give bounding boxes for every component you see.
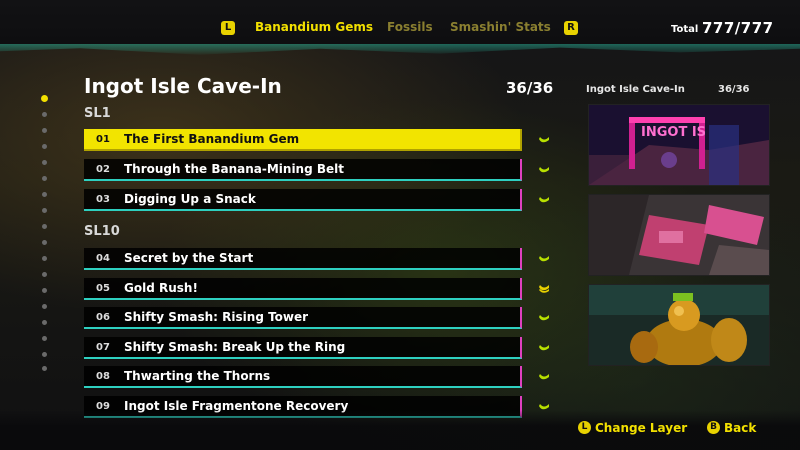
progress-dot [42,144,47,149]
back-button[interactable]: Back [724,421,756,435]
gem-collection-screen: L Banandium Gems Fossils Smashin' Stats … [0,0,800,450]
progress-dot [42,160,47,165]
list-item[interactable]: 05 Gold Rush! [84,278,522,300]
progress-dot [42,352,47,357]
list-item[interactable]: 06 Shifty Smash: Rising Tower [84,307,522,329]
prev-tab-button[interactable]: L [221,21,235,35]
stage-title: Ingot Isle Cave-In [84,74,282,98]
list-item[interactable]: 07 Shifty Smash: Break Up the Ring [84,337,522,359]
back-button-icon: B [707,421,720,434]
banana-gem-icon [539,197,549,203]
preview-title: Ingot Isle Cave-In [586,84,685,95]
tab-banandium-gems[interactable]: Banandium Gems [255,20,373,34]
total-value: 777/777 [702,19,774,37]
progress-dot [42,288,47,293]
item-name: Secret by the Start [124,251,254,265]
item-name: Thwarting the Thorns [124,369,271,383]
preview-sign-text: INGOT IS [641,125,706,140]
progress-dot [42,336,47,341]
item-number: 04 [96,253,110,264]
list-item[interactable]: 02 Through the Banana-Mining Belt [84,159,522,181]
item-name: Shifty Smash: Break Up the Ring [124,340,346,354]
tab-fossils[interactable]: Fossils [387,20,433,34]
progress-dot [42,128,47,133]
item-name: The First Banandium Gem [124,132,300,146]
preview-image-kong [588,284,770,366]
progress-dot [42,256,47,261]
banana-gem-icon [539,167,549,173]
banana-gem-icon [539,315,549,321]
change-layer-button[interactable]: Change Layer [595,421,687,435]
progress-dot-current [41,95,48,102]
preview-image-cave [588,194,770,276]
tab-smashin-stats[interactable]: Smashin' Stats [450,20,551,34]
progress-dot [42,272,47,277]
top-bar-edge [0,44,800,55]
list-item[interactable]: 08 Thwarting the Thorns [84,366,522,388]
progress-dot [42,240,47,245]
item-number: 06 [96,312,110,323]
stage-gem-count: 36/36 [506,79,554,97]
progress-dot [42,366,47,371]
item-number: 05 [96,283,110,294]
preview-image-entrance: INGOT IS [588,104,770,186]
banana-gem-icon [539,345,549,351]
next-tab-button[interactable]: R [564,21,578,35]
progress-dot [42,304,47,309]
section-label-sl1: SL1 [84,106,111,121]
list-item[interactable]: 01 The First Banandium Gem [84,129,522,151]
item-number: 08 [96,371,110,382]
progress-dot [42,192,47,197]
progress-dot [42,208,47,213]
item-name: Digging Up a Snack [124,192,256,206]
banana-gem-icon [539,137,549,143]
list-item[interactable]: 03 Digging Up a Snack [84,189,522,211]
progress-dot [42,320,47,325]
preview-count: 36/36 [718,84,750,95]
item-name: Shifty Smash: Rising Tower [124,310,309,324]
progress-dot [42,224,47,229]
change-layer-button-icon: L [578,421,591,434]
item-number: 02 [96,164,110,175]
item-number: 07 [96,342,110,353]
progress-dot [42,176,47,181]
banana-gem-icon [539,256,549,262]
total-label: Total [671,24,699,35]
progress-dot [42,112,47,117]
item-name: Gold Rush! [124,281,198,295]
section-label-sl10: SL10 [84,224,120,239]
item-number: 01 [96,134,110,145]
item-name: Through the Banana-Mining Belt [124,162,345,176]
list-item[interactable]: 04 Secret by the Start [84,248,522,270]
item-number: 03 [96,194,110,205]
banana-bunch-icon [539,285,549,293]
banana-gem-icon [539,374,549,380]
